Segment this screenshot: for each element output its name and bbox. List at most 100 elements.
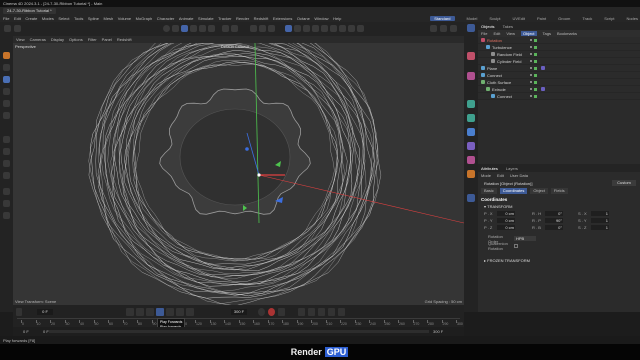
layout-paint[interactable]: Paint [537,16,546,21]
menu-mesh[interactable]: Mesh [103,16,113,21]
tab-takes[interactable]: Takes [503,24,513,29]
enabled-check-icon[interactable] [534,52,537,56]
layout-model[interactable]: Model [467,16,478,21]
object-row[interactable]: Rotation [478,37,640,44]
point-level-icon[interactable] [338,308,345,316]
play-forwards-button[interactable] [156,308,164,316]
enabled-check-icon[interactable] [534,59,537,63]
keyframe-selection-icon[interactable] [278,308,285,316]
render-settings-icon[interactable] [268,25,275,32]
object-tag-icon[interactable] [541,87,545,91]
object-name[interactable]: Connect [487,73,502,78]
record-icon[interactable] [258,308,265,316]
magnet-icon[interactable] [3,188,10,195]
layout-standard[interactable]: Standard [430,15,455,21]
snap-icon[interactable] [222,25,229,32]
object-name[interactable]: Rotation [487,38,502,43]
spline-generator-icon[interactable] [467,114,475,122]
viewport-camera-label[interactable]: Default Camera [221,44,249,49]
menu-simulate[interactable]: Simulate [198,16,214,21]
objects-menu-edit[interactable]: Edit [493,31,500,36]
menu-extensions[interactable]: Extensions [273,16,293,21]
enabled-check-icon[interactable] [534,45,537,49]
volume-icon[interactable] [467,156,475,164]
menu-character[interactable]: Character [157,16,175,21]
cube-icon[interactable] [285,25,292,32]
object-manager-icon[interactable] [467,24,475,32]
menu-select[interactable]: Select [58,16,69,21]
object-row[interactable]: Cylinder Field [478,58,640,65]
viewport-menu-options[interactable]: Options [69,37,83,42]
polygons-mode-icon[interactable] [199,25,206,32]
search-icon[interactable] [430,25,437,32]
coord-value[interactable]: 0 cm [497,217,515,223]
layout-sculpt[interactable]: Sculpt [489,16,500,21]
viewport-menu-display[interactable]: Display [51,37,64,42]
scale-key-icon[interactable] [308,308,315,316]
field-icon[interactable] [330,25,337,32]
tab-coordinates[interactable]: Coordinates [499,188,528,194]
settings-icon[interactable] [450,25,457,32]
menu-tools[interactable]: Tools [74,16,83,21]
visibility-dot[interactable] [530,53,532,55]
coord-value[interactable]: 0° [545,210,563,216]
layout-track[interactable]: Track [582,16,592,21]
live-selection-icon[interactable] [3,52,10,59]
preview-end-field[interactable]: 300 F [231,309,247,315]
layout-groom[interactable]: Groom [558,16,570,21]
object-row[interactable]: Cloth Surface [478,79,640,86]
object-name[interactable]: Cloth Surface [487,80,511,85]
coord-value[interactable]: 90° [545,217,563,223]
menu-render[interactable]: Render [236,16,249,21]
object-tag-icon[interactable] [541,66,545,70]
layout-script[interactable]: Script [604,16,614,21]
object-row[interactable]: Connect [478,72,640,79]
redo-icon[interactable] [14,25,21,32]
viewport-menu-redshift[interactable]: Redshift [117,37,132,42]
object-row[interactable]: Plane [478,65,640,72]
go-to-end-icon[interactable] [186,308,194,316]
extrude-icon[interactable] [3,160,10,167]
object-name[interactable]: Cylinder Field [497,59,521,64]
render-view-icon[interactable] [250,25,257,32]
menu-octane[interactable]: Octane [297,16,310,21]
range-start-field[interactable]: 0 F [23,329,29,334]
coord-value[interactable]: 1 [591,217,609,223]
layout-nodes[interactable]: Nodes [626,16,638,21]
object-name[interactable]: Turbulence [492,45,512,50]
menu-edit[interactable]: Edit [497,173,504,178]
visibility-dot[interactable] [530,60,532,62]
next-frame-icon[interactable] [166,308,174,316]
camera-icon[interactable] [348,25,355,32]
pen-icon[interactable] [294,25,301,32]
floor-icon[interactable] [339,25,346,32]
model-mode-icon[interactable] [163,25,170,32]
menu-user-data[interactable]: User Data [510,173,528,178]
layers-icon[interactable] [440,25,447,32]
workplane-icon[interactable] [3,200,10,207]
objects-menu-file[interactable]: File [481,31,487,36]
timeline-ruler[interactable]: 0102030405060708090100110120130140150160… [17,318,463,326]
uv-mode-icon[interactable] [208,25,215,32]
deformer-icon[interactable] [321,25,328,32]
enabled-check-icon[interactable] [534,38,537,42]
tab-fields[interactable]: Fields [550,188,568,194]
rotation-order-select[interactable]: HPB [514,236,536,241]
menu-modes[interactable]: Modes [42,16,54,21]
render-picture-viewer-icon[interactable] [259,25,266,32]
object-row[interactable]: Random Field [478,51,640,58]
viewport-menu-cameras[interactable]: Cameras [30,37,46,42]
move-tool-icon[interactable] [3,64,10,71]
knife-icon[interactable] [3,136,10,143]
viewport-menu-panel[interactable]: Panel [102,37,112,42]
parameter-key-icon[interactable] [328,308,335,316]
coord-value[interactable]: 0° [545,224,563,230]
current-frame-field[interactable]: 0 F [37,309,53,315]
coord-value[interactable]: 0 cm [497,224,515,230]
object-row[interactable]: Connect [478,93,640,100]
menu-tracker[interactable]: Tracker [218,16,231,21]
visibility-dot[interactable] [530,81,532,83]
menu-window[interactable]: Window [314,16,328,21]
transform-header[interactable]: ▾ TRANSFORM [478,203,640,210]
timeline-settings-icon[interactable] [16,308,22,316]
